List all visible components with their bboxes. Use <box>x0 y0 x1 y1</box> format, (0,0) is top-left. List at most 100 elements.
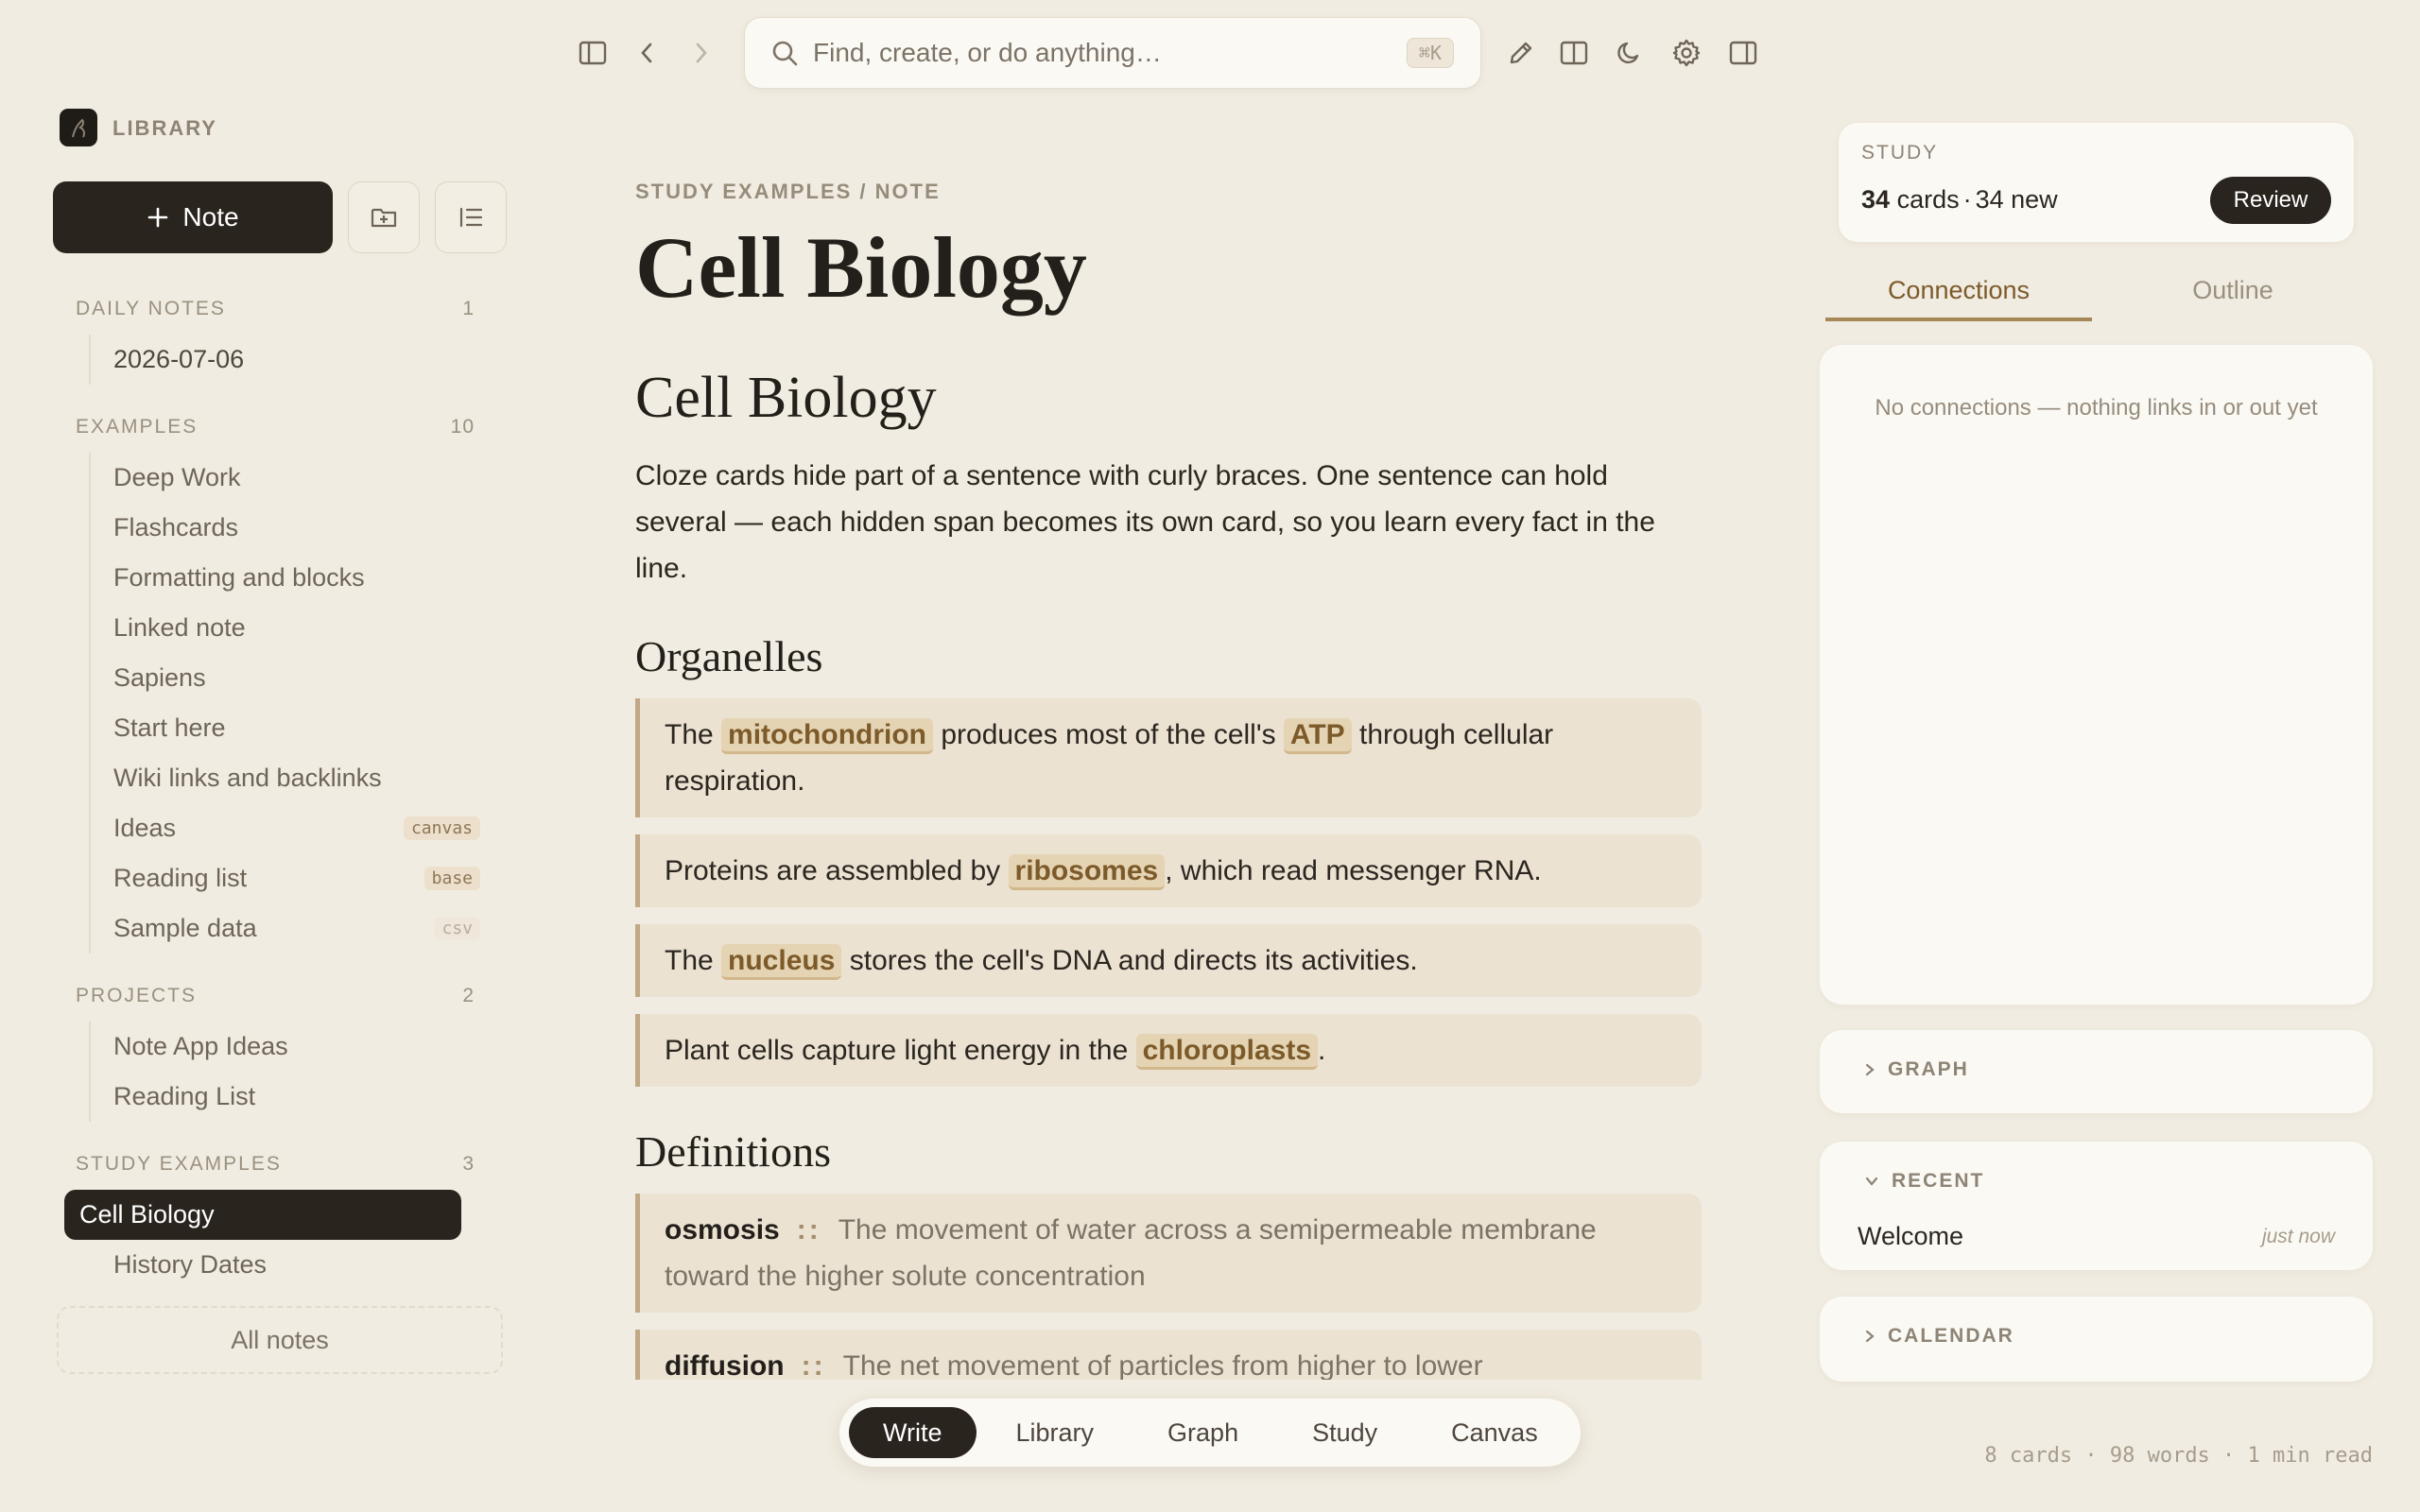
search-input[interactable] <box>813 38 1407 68</box>
outline-list-button[interactable] <box>435 181 507 253</box>
gear-icon[interactable] <box>1668 34 1705 72</box>
section-count: 3 <box>462 1153 475 1175</box>
pencil-icon[interactable] <box>1502 34 1540 72</box>
back-arrow-icon[interactable] <box>628 34 666 72</box>
folder-plus-icon <box>371 206 397 229</box>
list-item[interactable]: History Dates <box>91 1240 497 1285</box>
library-tree: DAILY NOTES 1 2026-07-06 EXAMPLES 10 Dee… <box>53 293 497 1285</box>
recent-label: RECENT <box>1892 1170 1985 1192</box>
item-label: Ideas <box>113 814 177 842</box>
cloze-card-list: The mitochondrion produces most of the c… <box>635 698 1702 1087</box>
item-label: Sample data <box>113 914 257 942</box>
recent-item-time: just now <box>2261 1225 2335 1247</box>
file-type-tag: base <box>424 867 480 890</box>
item-label: Start here <box>113 713 226 742</box>
note-title[interactable]: Cell Biology <box>635 217 1702 318</box>
all-notes-button[interactable]: All notes <box>57 1306 503 1374</box>
cloze-card[interactable]: The mitochondrion produces most of the c… <box>635 698 1702 817</box>
tab-outline[interactable]: Outline <box>2100 276 2366 321</box>
tab-library[interactable]: Library <box>982 1407 1129 1458</box>
cloze-card[interactable]: Plant cells capture light energy in the … <box>635 1014 1702 1087</box>
item-label: Sapiens <box>113 663 206 692</box>
list-item[interactable]: Wiki links and backlinks <box>91 753 497 803</box>
list-item[interactable]: Ideas canvas <box>91 803 497 853</box>
tab-connections[interactable]: Connections <box>1825 276 2092 321</box>
cloze-highlight[interactable]: ATP <box>1283 718 1352 754</box>
item-label: Wiki links and backlinks <box>113 764 382 792</box>
section-daily-notes[interactable]: DAILY NOTES 1 <box>53 293 497 325</box>
new-folder-button[interactable] <box>348 181 420 253</box>
tab-study[interactable]: Study <box>1278 1407 1411 1458</box>
moon-icon[interactable] <box>1611 34 1649 72</box>
list-item[interactable]: 2026-07-06 <box>91 335 497 385</box>
cloze-text: , which read messenger RNA. <box>1165 855 1542 886</box>
definition-text: The net movement of particles from highe… <box>842 1350 1483 1380</box>
shortcut-badge: ⌘K <box>1406 38 1454 68</box>
section-label: STUDY EXAMPLES <box>76 1153 282 1175</box>
section-examples[interactable]: EXAMPLES 10 <box>53 411 497 443</box>
tab-write[interactable]: Write <box>849 1407 977 1458</box>
command-search-bar[interactable]: ⌘K <box>744 17 1481 89</box>
list-item[interactable]: Flashcards <box>91 503 497 553</box>
list-item[interactable]: Start here <box>91 703 497 753</box>
library-title: LIBRARY <box>112 116 217 140</box>
right-panel-icon[interactable] <box>1724 34 1762 72</box>
split-view-icon[interactable] <box>1555 34 1593 72</box>
item-label: Cell Biology <box>79 1200 215 1228</box>
tab-graph[interactable]: Graph <box>1133 1407 1272 1458</box>
cloze-highlight[interactable]: chloroplasts <box>1135 1034 1318 1070</box>
list-item[interactable]: Sapiens <box>91 653 497 703</box>
toggle-sidebar-icon[interactable] <box>574 34 612 72</box>
section-label: DAILY NOTES <box>76 298 226 319</box>
cloze-highlight[interactable]: mitochondrion <box>721 718 934 754</box>
definition-card[interactable]: osmosis:: The movement of water across a … <box>635 1194 1702 1313</box>
app-logo <box>60 109 97 146</box>
list-item[interactable]: Note App Ideas <box>91 1022 497 1072</box>
study-examples-list: Cell Biology History Dates <box>64 1190 497 1285</box>
section-label: PROJECTS <box>76 985 198 1006</box>
examples-list: Deep Work Flashcards Formatting and bloc… <box>89 453 497 954</box>
list-item[interactable]: Reading List <box>91 1072 497 1122</box>
cloze-highlight[interactable]: ribosomes <box>1008 854 1166 890</box>
calendar-section: CALENDAR <box>1820 1297 2373 1382</box>
tab-canvas[interactable]: Canvas <box>1417 1407 1572 1458</box>
section-label: EXAMPLES <box>76 416 199 438</box>
note-editor[interactable]: STUDY EXAMPLES / NOTE Cell Biology Cell … <box>635 180 1702 1380</box>
calendar-label: CALENDAR <box>1888 1325 2014 1347</box>
study-label: STUDY <box>1861 142 1939 163</box>
cloze-card[interactable]: The nucleus stores the cell's DNA and di… <box>635 924 1702 997</box>
connections-panel: No connections — nothing links in or out… <box>1820 345 2373 1005</box>
list-item[interactable]: Reading list base <box>91 853 497 903</box>
recent-toggle[interactable]: RECENT <box>1865 1170 1984 1193</box>
projects-list: Note App Ideas Reading List <box>89 1022 497 1122</box>
cloze-highlight[interactable]: nucleus <box>721 944 842 980</box>
section-study-examples[interactable]: STUDY EXAMPLES 3 <box>53 1148 497 1180</box>
chevron-down-icon <box>1865 1177 1878 1186</box>
new-note-button[interactable]: Note <box>53 181 333 253</box>
definition-term: osmosis <box>665 1214 780 1246</box>
cloze-card[interactable]: Proteins are assembled by ribosomes, whi… <box>635 834 1702 907</box>
new-note-label: Note <box>182 202 239 232</box>
recent-section: RECENT Welcome just now <box>1820 1142 2373 1270</box>
daily-notes-list: 2026-07-06 <box>89 335 497 385</box>
list-item[interactable]: Sample data csv <box>91 903 497 954</box>
cloze-text: produces most of the cell's <box>933 719 1284 750</box>
definition-card[interactable]: diffusion:: The net movement of particles… <box>635 1330 1702 1380</box>
section-projects[interactable]: PROJECTS 2 <box>53 980 497 1012</box>
forward-arrow-icon[interactable] <box>683 34 720 72</box>
heading-1: Cell Biology <box>635 366 937 430</box>
list-item[interactable]: Deep Work <box>91 453 497 503</box>
item-label: Deep Work <box>113 463 241 491</box>
definitions-heading: Definitions <box>635 1127 831 1176</box>
breadcrumb: STUDY EXAMPLES / NOTE <box>635 180 941 203</box>
recent-item[interactable]: Welcome just now <box>1858 1222 2335 1251</box>
list-item[interactable]: Formatting and blocks <box>91 553 497 603</box>
section-count: 2 <box>462 985 475 1006</box>
list-item[interactable]: Linked note <box>91 603 497 653</box>
calendar-toggle[interactable]: CALENDAR <box>1865 1325 2014 1348</box>
graph-toggle[interactable]: GRAPH <box>1865 1058 1969 1081</box>
list-item-active[interactable]: Cell Biology <box>64 1190 461 1240</box>
review-button[interactable]: Review <box>2210 177 2331 224</box>
cloze-text: The <box>665 945 722 976</box>
organelles-heading: Organelles <box>635 632 823 680</box>
